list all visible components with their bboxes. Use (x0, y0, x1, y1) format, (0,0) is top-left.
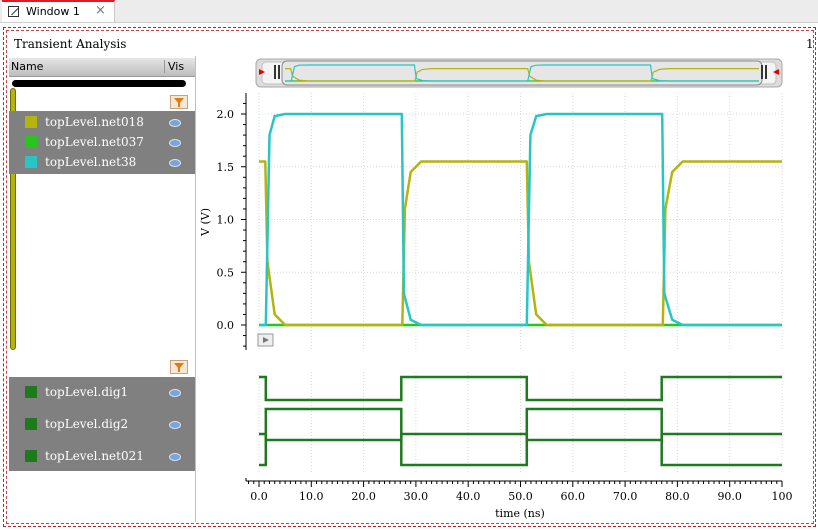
x-tick-label: 40.0 (456, 490, 481, 503)
digital-topLevel.net021 (259, 432, 782, 442)
x-tick-label: 10.0 (299, 490, 324, 503)
y-tick-label: 1.0 (217, 214, 235, 227)
x-tick-label: 90.0 (717, 490, 742, 503)
x-tick-label: 100 (772, 490, 793, 503)
y-tick-label: 2.0 (217, 108, 235, 121)
x-tick-label: 60.0 (561, 490, 586, 503)
y-tick-label: 0.5 (217, 266, 235, 279)
waveform-chart: 0.0 0.5 1.0 1.5 2.0 V (V) 0.0 10.0 20.0 30.0 40.0 5… (199, 58, 793, 520)
x-tick-label: 20.0 (351, 490, 376, 503)
x-tick-label: 50.0 (508, 490, 533, 503)
x-tick-label: 30.0 (404, 490, 429, 503)
y-tick-label: 0.0 (217, 319, 235, 332)
y-axis-label: V (V) (199, 208, 212, 237)
overview-scroller[interactable] (255, 58, 783, 88)
y-tick-label: 1.5 (217, 161, 235, 174)
x-tick-label: 70.0 (613, 490, 638, 503)
x-axis-label: time (ns) (495, 507, 545, 520)
x-tick-label: 80.0 (665, 490, 690, 503)
x-tick-label: 0.0 (250, 490, 268, 503)
expand-button[interactable] (257, 333, 274, 347)
